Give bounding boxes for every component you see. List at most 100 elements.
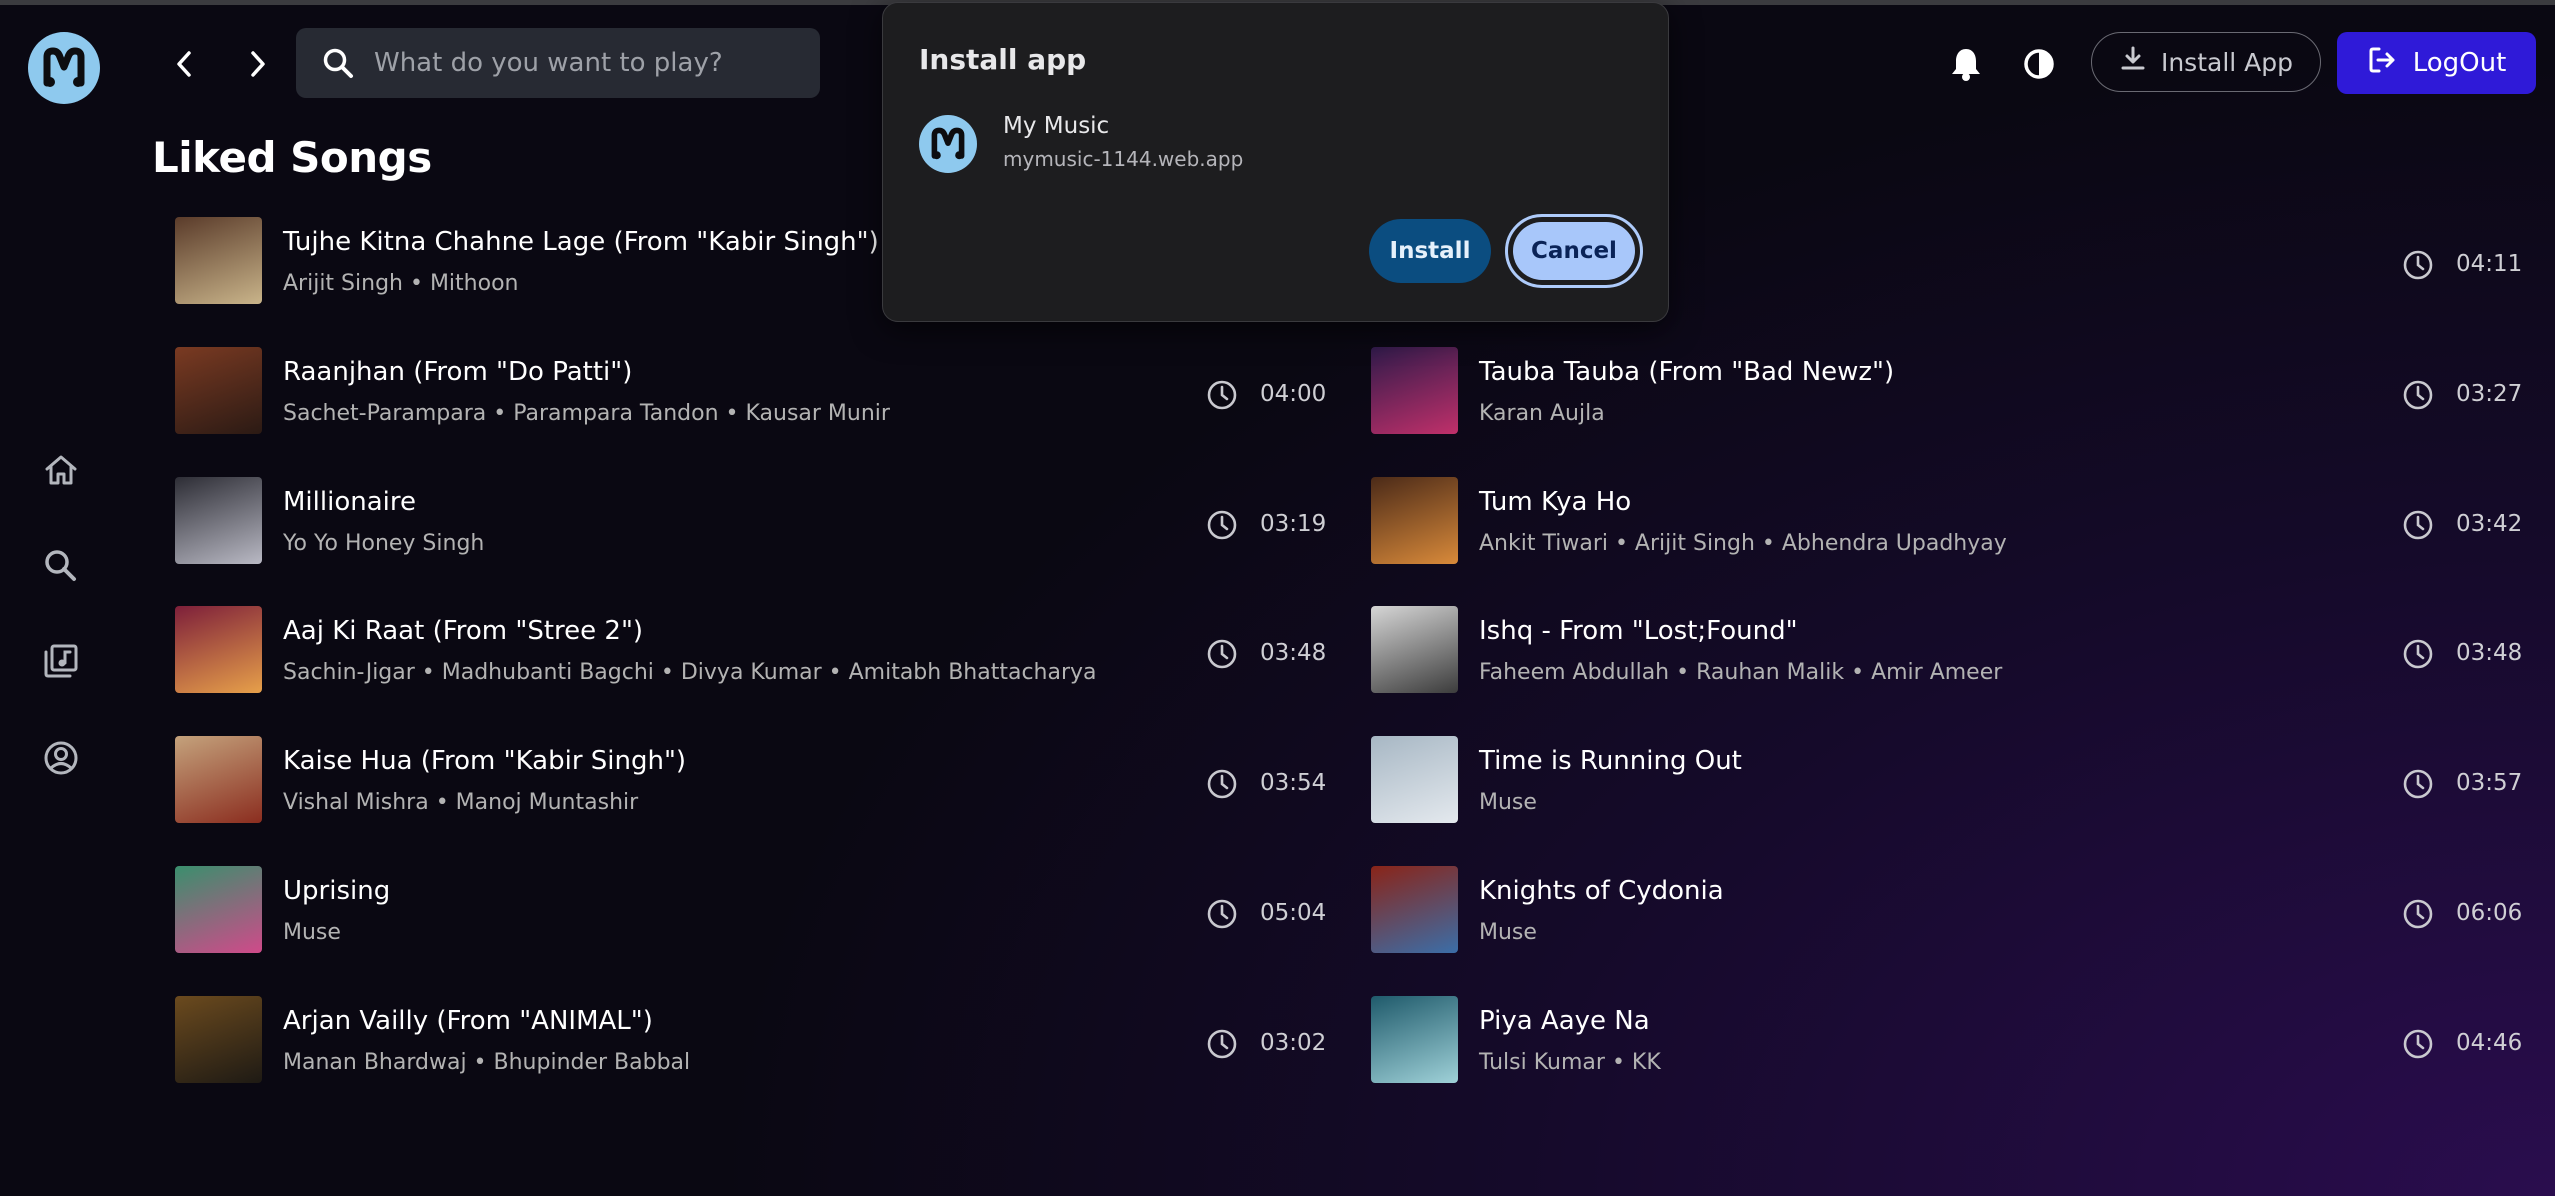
song-row[interactable]: Kaise Hua (From "Kabir Singh") Vishal Mis…	[175, 736, 1327, 826]
song-artists: Muse	[283, 920, 341, 945]
library-icon[interactable]	[38, 638, 84, 684]
song-duration: 05:04	[1260, 900, 1327, 926]
back-arrow-icon[interactable]	[163, 42, 207, 86]
album-cover	[1371, 866, 1458, 953]
clock-icon	[1205, 897, 1239, 931]
bell-icon[interactable]	[1944, 42, 1988, 86]
dialog-install-button[interactable]: Install	[1369, 219, 1491, 283]
dialog-cancel-button[interactable]: Cancel	[1513, 222, 1635, 280]
song-artists: Vishal Mishra • Manoj Muntashir	[283, 790, 639, 816]
song-row[interactable]: Ishq - From "Lost;Found" Faheem Abdullah …	[1371, 606, 2523, 696]
album-cover	[175, 346, 262, 434]
song-row[interactable]: Tauba Tauba (From "Bad Newz") Karan Aujla…	[1371, 346, 2523, 437]
album-cover	[175, 995, 262, 1083]
clock-icon	[2401, 1027, 2435, 1061]
download-icon	[2119, 45, 2147, 79]
album-cover	[175, 606, 262, 694]
clock-icon	[1205, 637, 1239, 671]
clock-icon	[1205, 767, 1239, 801]
song-title[interactable]: Aaj Ki Raat (From "Stree 2")	[283, 616, 643, 646]
logout-label: LogOut	[2412, 48, 2507, 78]
song-title[interactable]: Uprising	[283, 876, 390, 906]
song-title[interactable]: Tum Kya Ho	[1479, 487, 1631, 517]
song-duration: 03:57	[2456, 770, 2523, 797]
song-artists: Arijit Singh • Mithoon	[283, 271, 519, 296]
dialog-app-url: mymusic-1144.web.app	[1003, 147, 1244, 171]
song-title[interactable]: Knights of Cydonia	[1479, 876, 1724, 906]
song-row[interactable]: Aaj Ki Raat (From "Stree 2") Sachin-Jigar…	[175, 606, 1327, 696]
song-row[interactable]: Piya Aaye Na Tulsi Kumar • KK 04:46	[1371, 995, 2523, 1086]
album-cover	[175, 866, 262, 953]
clock-icon	[2401, 508, 2435, 542]
album-cover	[175, 736, 262, 824]
album-cover	[1371, 606, 1458, 694]
search-bar[interactable]	[296, 28, 820, 98]
song-artists: Muse	[1479, 920, 1537, 945]
song-artists: Tulsi Kumar • KK	[1479, 1049, 1661, 1075]
song-title[interactable]: Piya Aaye Na	[1479, 1006, 1650, 1036]
song-row[interactable]: Uprising Muse 05:04	[175, 866, 1327, 956]
song-title[interactable]: Tujhe Kitna Chahne Lage (From "Kabir Sin…	[283, 227, 879, 257]
contrast-icon[interactable]	[2017, 42, 2061, 86]
song-artists: Karan Aujla	[1479, 400, 1605, 426]
song-duration: 03:27	[2456, 380, 2523, 407]
logout-button[interactable]: LogOut	[2337, 32, 2536, 94]
song-duration: 04:00	[1260, 380, 1327, 407]
song-title[interactable]: Raanjhan (From "Do Patti")	[283, 357, 632, 387]
install-app-dialog: Install app My Music mymusic-1144.web.ap…	[882, 2, 1669, 322]
song-duration: 03:02	[1260, 1029, 1327, 1056]
album-cover	[1371, 995, 1458, 1083]
song-duration: 03:42	[2456, 510, 2523, 537]
song-title[interactable]: Millionaire	[283, 487, 416, 517]
install-app-label: Install App	[2160, 47, 2294, 77]
install-app-button[interactable]: Install App	[2091, 32, 2321, 92]
song-artists: Sachet-Parampara • Parampara Tandon • Ka…	[283, 400, 890, 426]
home-icon[interactable]	[38, 447, 84, 493]
song-duration: 06:06	[2456, 900, 2523, 926]
album-cover	[175, 476, 262, 564]
app-logo-icon[interactable]	[28, 32, 100, 104]
logout-icon	[2367, 45, 2397, 82]
song-title[interactable]: Tauba Tauba (From "Bad Newz")	[1479, 357, 1894, 387]
clock-icon	[1205, 508, 1239, 542]
search-icon[interactable]	[38, 543, 84, 589]
song-duration: 03:19	[1260, 510, 1327, 537]
song-row[interactable]: Knights of Cydonia Muse 06:06	[1371, 866, 2523, 956]
song-row[interactable]: Raanjhan (From "Do Patti") Sachet-Parampa…	[175, 346, 1327, 437]
song-artists: Ankit Tiwari • Arijit Singh • Abhendra U…	[1479, 530, 2007, 556]
profile-icon[interactable]	[38, 735, 84, 781]
dialog-app-name: My Music	[1003, 113, 1110, 139]
clock-icon	[2401, 897, 2435, 931]
clock-icon	[2401, 248, 2435, 282]
song-artists: Yo Yo Honey Singh	[283, 530, 485, 556]
page-title: Liked Songs	[152, 133, 432, 182]
forward-arrow-icon[interactable]	[235, 42, 279, 86]
song-artists: Muse	[1479, 790, 1537, 816]
song-row[interactable]: Tum Kya Ho Ankit Tiwari • Arijit Singh • …	[1371, 476, 2523, 567]
song-row[interactable]: Arjan Vailly (From "ANIMAL") Manan Bhardw…	[175, 995, 1327, 1086]
song-artists: Sachin-Jigar • Madhubanti Bagchi • Divya…	[283, 660, 1097, 686]
album-cover	[1371, 346, 1458, 434]
clock-icon	[2401, 767, 2435, 801]
search-input[interactable]	[372, 47, 806, 79]
song-duration: 03:54	[1260, 770, 1327, 797]
song-title[interactable]: Kaise Hua (From "Kabir Singh")	[283, 746, 686, 776]
clock-icon	[1205, 378, 1239, 412]
clock-icon	[2401, 378, 2435, 412]
dialog-title: Install app	[919, 43, 1087, 76]
song-artists: Manan Bhardwaj • Bhupinder Babbal	[283, 1049, 691, 1075]
song-duration: 03:48	[1260, 640, 1327, 667]
song-duration: 04:11	[2456, 251, 2523, 277]
song-artists: Faheem Abdullah • Rauhan Malik • Amir Am…	[1479, 660, 2003, 686]
song-duration: 04:46	[2456, 1029, 2523, 1056]
song-title[interactable]: Ishq - From "Lost;Found"	[1479, 616, 1798, 646]
search-icon	[318, 43, 358, 83]
song-row[interactable]: Time is Running Out Muse 03:57	[1371, 736, 2523, 826]
song-title[interactable]: Arjan Vailly (From "ANIMAL")	[283, 1006, 653, 1036]
song-row[interactable]: Millionaire Yo Yo Honey Singh 03:19	[175, 476, 1327, 567]
app-logo-icon	[919, 115, 977, 173]
song-title[interactable]: Time is Running Out	[1479, 746, 1742, 776]
song-duration: 03:48	[2456, 640, 2523, 667]
album-cover	[1371, 736, 1458, 824]
album-cover	[1371, 476, 1458, 564]
